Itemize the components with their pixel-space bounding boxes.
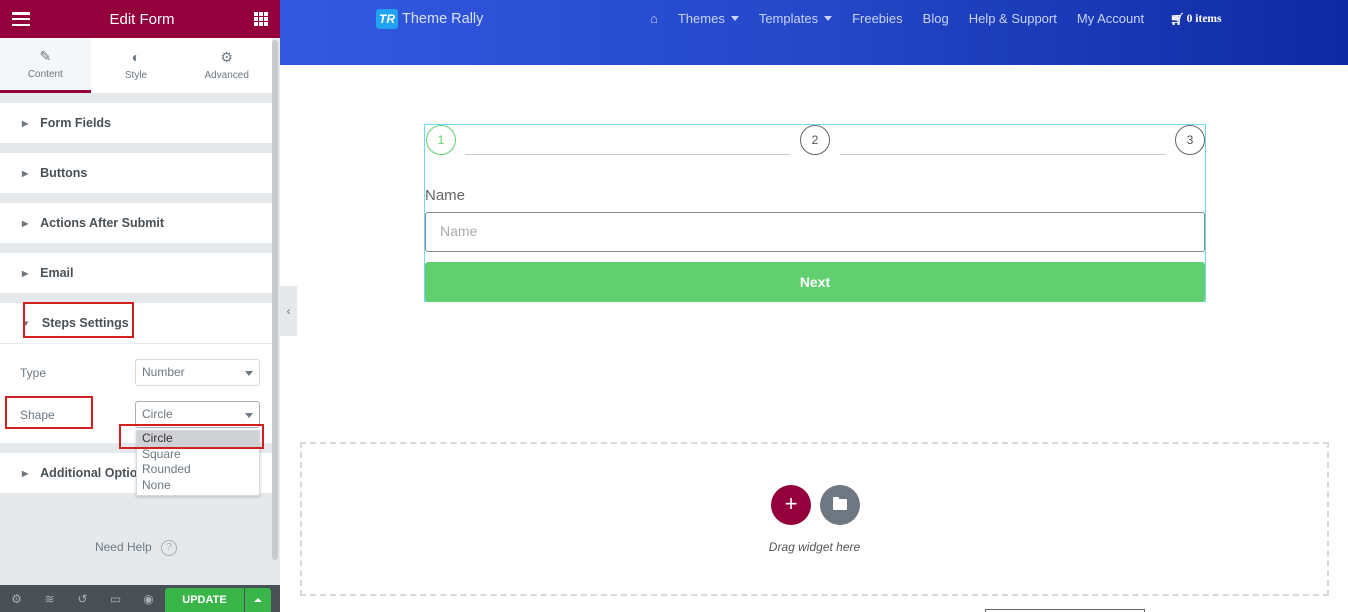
panel-tabs: ✎ Content ◐ Style ⚙ Advanced	[0, 38, 272, 93]
nav-help-support[interactable]: Help & Support	[969, 11, 1057, 26]
caret-right-icon: ▶	[22, 218, 29, 228]
history-icon[interactable]: ↺	[66, 592, 99, 606]
update-options-button[interactable]	[245, 588, 271, 612]
shape-option-none[interactable]: None	[137, 478, 259, 494]
tab-advanced[interactable]: ⚙ Advanced	[181, 38, 272, 93]
caret-down-icon	[730, 16, 739, 21]
section-email[interactable]: ▶ Email	[0, 253, 272, 293]
type-select-value: Number	[142, 365, 185, 379]
panel-header: Edit Form	[0, 0, 280, 38]
tab-advanced-label: Advanced	[204, 70, 249, 81]
tab-style[interactable]: ◐ Style	[91, 38, 182, 93]
section-label: Actions After Submit	[40, 216, 165, 230]
update-button[interactable]: UPDATE	[165, 588, 244, 612]
main-nav: ⌂ Themes Templates Freebies Blog Help & …	[650, 11, 1241, 26]
shape-option-rounded[interactable]: Rounded	[137, 462, 259, 478]
contrast-icon: ◐	[131, 49, 141, 65]
nav-themes[interactable]: Themes	[678, 11, 739, 26]
tab-style-label: Style	[124, 70, 148, 81]
pencil-icon: ✎	[39, 47, 52, 64]
help-icon: ?	[161, 540, 178, 556]
panel-title: Edit Form	[109, 10, 175, 28]
caret-right-icon: ▶	[22, 168, 29, 178]
section-label: Email	[40, 266, 74, 280]
dropzone-hint: Drag widget here	[768, 540, 861, 554]
tab-content[interactable]: ✎ Content	[0, 38, 91, 93]
add-section-button[interactable]: +	[771, 485, 811, 525]
gear-icon: ⚙	[220, 49, 233, 65]
panel-scrollbar[interactable]	[272, 38, 280, 612]
nav-freebies[interactable]: Freebies	[852, 11, 903, 26]
eye-icon[interactable]: ◉	[132, 592, 165, 606]
nav-label: Templates	[758, 11, 819, 26]
cart-icon: 🛒︎	[1170, 13, 1185, 26]
cart-count: 0 items	[1186, 12, 1222, 25]
need-help-link[interactable]: Need Help ?	[0, 540, 272, 556]
section-form-fields[interactable]: ▶ Form Fields	[0, 103, 272, 143]
logo-badge: TR	[376, 9, 398, 29]
need-help-label: Need Help	[94, 540, 152, 555]
step-indicator-3: 3	[1175, 125, 1205, 155]
site-header: TR Theme Rally ⌂ Themes Templates Freebi…	[280, 0, 1348, 65]
section-label: Buttons	[40, 166, 88, 180]
section-steps-settings[interactable]: ▼ Steps Settings	[0, 302, 272, 343]
chevron-down-icon	[245, 371, 253, 376]
multistep-form-widget[interactable]: 1 2 3 Name Name Next	[424, 124, 1206, 302]
type-select[interactable]: Number	[135, 359, 260, 386]
section-buttons[interactable]: ▶ Buttons	[0, 153, 272, 193]
widgets-grid-icon[interactable]	[253, 12, 268, 26]
step-connector	[465, 154, 790, 155]
site-logo[interactable]: TR Theme Rally	[376, 9, 483, 29]
nav-my-account[interactable]: My Account	[1077, 11, 1144, 26]
empty-section-dropzone[interactable]: + Drag widget here	[300, 442, 1329, 596]
section-actions-after-submit[interactable]: ▶ Actions After Submit	[0, 203, 272, 243]
folder-icon	[833, 497, 847, 510]
highlight-box	[119, 424, 264, 449]
add-template-button[interactable]	[820, 485, 860, 525]
home-icon[interactable]: ⌂	[650, 11, 658, 26]
cart-link[interactable]: 🛒︎ 0 items	[1170, 12, 1221, 26]
nav-label: Themes	[677, 11, 725, 26]
scrollbar-thumb[interactable]	[272, 40, 278, 560]
elementor-editor: Edit Form ✎ Content ◐ Style ⚙ Advanced ▶	[0, 0, 1348, 612]
highlight-box	[5, 396, 93, 429]
nav-templates[interactable]: Templates	[758, 11, 833, 26]
step-indicator-2: 2	[800, 125, 830, 155]
caret-right-icon: ▶	[22, 468, 29, 478]
type-label: Type	[20, 366, 47, 380]
step-indicator-1: 1	[426, 125, 456, 155]
panel-footer: ⚙ ≋ ↺ ▭ ◉ UPDATE	[0, 585, 280, 612]
nav-blog[interactable]: Blog	[923, 11, 949, 26]
next-button[interactable]: Next	[425, 262, 1205, 302]
shape-select-value: Circle	[142, 407, 173, 421]
editor-panel: Edit Form ✎ Content ◐ Style ⚙ Advanced ▶	[0, 0, 280, 612]
highlight-box	[23, 302, 134, 338]
name-input[interactable]: Name	[425, 212, 1205, 252]
menu-icon[interactable]	[12, 12, 30, 26]
tab-content-label: Content	[27, 68, 63, 80]
gear-icon[interactable]: ⚙	[0, 592, 33, 606]
name-field-label: Name	[425, 187, 466, 204]
collapse-panel-button[interactable]: ‹	[280, 286, 297, 336]
section-label: Form Fields	[40, 116, 111, 130]
caret-right-icon: ▶	[22, 118, 29, 128]
desktop-icon[interactable]: ▭	[99, 592, 132, 606]
step-connector	[840, 154, 1165, 155]
chevron-down-icon	[245, 413, 253, 418]
caret-up-icon	[254, 598, 262, 602]
layers-icon[interactable]: ≋	[33, 592, 66, 606]
logo-text: Theme Rally	[402, 11, 484, 27]
caret-right-icon: ▶	[22, 268, 29, 278]
caret-down-icon	[824, 16, 833, 21]
